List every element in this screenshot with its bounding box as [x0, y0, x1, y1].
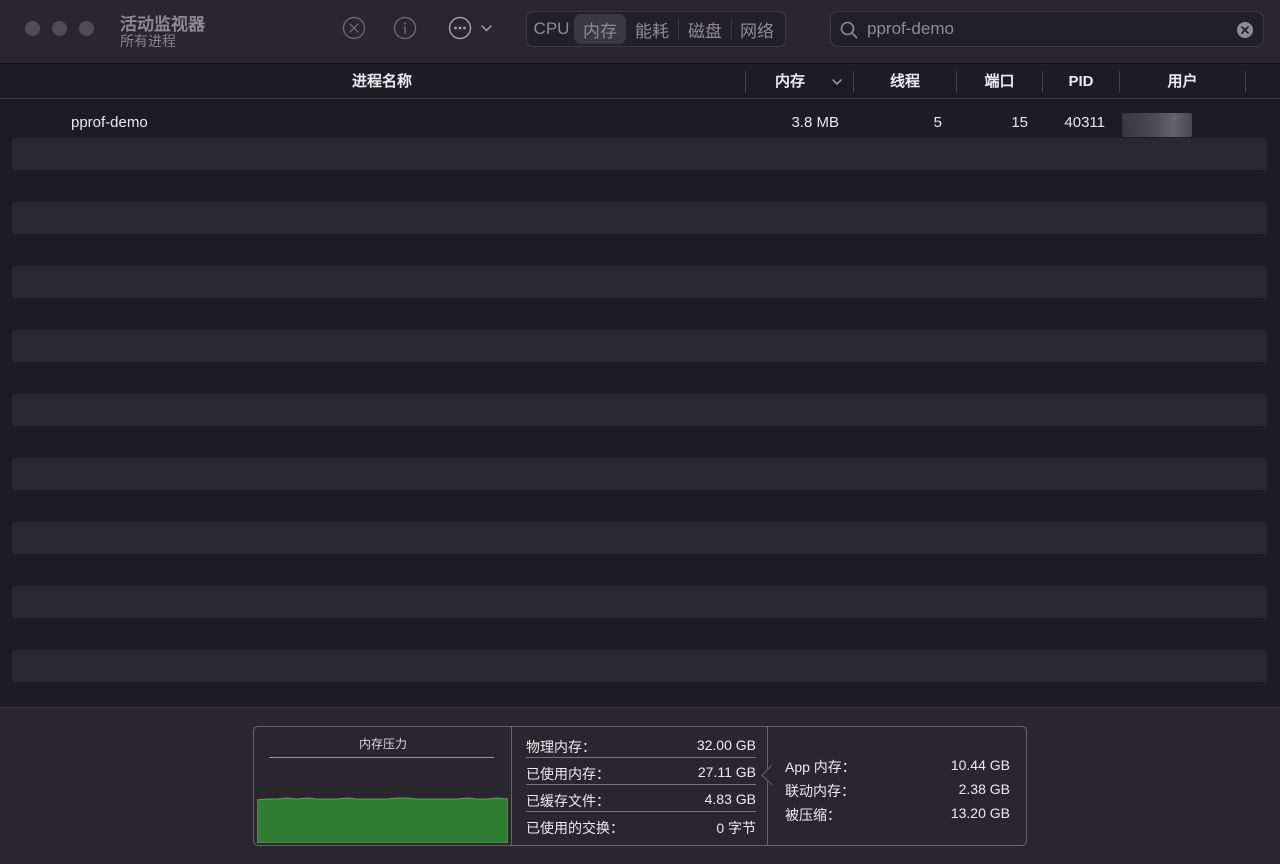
user-cell-redacted [1122, 113, 1192, 137]
column-header-threads[interactable]: 线程 [854, 65, 956, 99]
search-input[interactable] [867, 12, 1227, 46]
empty-row-stripe [12, 330, 1267, 362]
ports-cell: 15 [1011, 114, 1028, 131]
search-icon [840, 21, 858, 39]
tab-network[interactable]: 网络 [732, 14, 782, 44]
view-tabs: CPU 内存 能耗 磁盘 网络 [526, 11, 786, 47]
x-circle-icon [342, 16, 366, 40]
column-header-pid[interactable]: PID [1043, 65, 1119, 99]
stat-swap-used: 已使用的交换： 0 字节 [526, 813, 756, 839]
ellipsis-circle-icon [448, 16, 492, 40]
tab-energy[interactable]: 能耗 [626, 14, 678, 44]
breakdown-wired-memory: 联动内存： 2.38 GB [785, 776, 1010, 799]
empty-row-stripe [12, 202, 1267, 234]
memory-breakdown-section: App 内存： 10.44 GB 联动内存： 2.38 GB 被压缩： 13.2… [768, 727, 1026, 845]
memory-stats-section: 物理内存： 32.00 GB 已使用内存： 27.11 GB 已缓存文件： 4.… [512, 727, 768, 845]
empty-row-stripe [12, 138, 1267, 170]
memory-pressure-graph [257, 797, 508, 843]
empty-row-stripe [12, 586, 1267, 618]
memory-pressure-title: 内存压力 [358, 737, 407, 751]
process-name-cell: pprof-demo [71, 114, 148, 131]
tab-disk[interactable]: 磁盘 [679, 14, 731, 44]
zoom-window-button[interactable] [79, 21, 94, 36]
stat-label: 被压缩： [785, 807, 841, 823]
close-window-button[interactable] [25, 21, 40, 36]
stat-label: 已缓存文件： [526, 793, 610, 809]
window-subtitle: 所有进程 [120, 33, 176, 49]
tab-cpu[interactable]: CPU [529, 14, 574, 44]
clear-search-icon[interactable] [1236, 21, 1254, 39]
table-header: 进程名称 内存 线程 端口 PID 用户 [0, 65, 1280, 99]
breakdown-app-memory: App 内存： 10.44 GB [785, 752, 1010, 775]
memory-pressure-section: 内存压力 [254, 727, 512, 845]
stat-value: 10.44 GB [950, 757, 1010, 773]
column-divider [1245, 71, 1246, 93]
stop-process-button[interactable] [342, 16, 366, 40]
pid-cell: 40311 [1064, 114, 1105, 131]
stat-value: 13.20 GB [950, 805, 1010, 821]
stat-label: App 内存： [785, 759, 856, 775]
stat-label: 已使用内存： [526, 766, 610, 782]
table-row[interactable]: pprof-demo 3.8 MB 5 15 40311 [0, 106, 1280, 140]
toolbar: 活动监视器 所有进程 CPU 内存 能耗 磁盘 网络 [0, 0, 1280, 64]
stat-value: 27.11 GB [697, 764, 756, 780]
stat-label: 已使用的交换： [526, 820, 624, 836]
empty-row-stripe [12, 522, 1267, 554]
stat-value: 0 字节 [716, 820, 756, 836]
empty-row-stripe [12, 458, 1267, 490]
column-header-user[interactable]: 用户 [1120, 65, 1245, 99]
column-header-process-name[interactable]: 进程名称 [0, 65, 764, 99]
stat-used-memory: 已使用内存： 27.11 GB [526, 759, 756, 785]
info-circle-icon [393, 16, 417, 40]
inspect-process-button[interactable] [393, 16, 417, 40]
column-header-ports[interactable]: 端口 [957, 65, 1042, 99]
search-box[interactable] [830, 11, 1264, 47]
pressure-divider [269, 757, 494, 758]
memory-summary-box: 内存压力 物理内存： 32.00 GB 已使用内存： 27.11 GB 已缓存文… [253, 726, 1027, 846]
sort-descending-icon[interactable] [831, 76, 843, 88]
stat-value: 32.00 GB [696, 737, 756, 753]
stat-cached-files: 已缓存文件： 4.83 GB [526, 786, 756, 812]
empty-row-stripe [12, 650, 1267, 682]
more-actions-button[interactable] [448, 16, 496, 40]
memory-summary-panel: 内存压力 物理内存： 32.00 GB 已使用内存： 27.11 GB 已缓存文… [0, 707, 1280, 864]
stat-physical-memory: 物理内存： 32.00 GB [526, 732, 756, 758]
empty-row-stripe [12, 394, 1267, 426]
breakdown-compressed: 被压缩： 13.20 GB [785, 800, 1010, 823]
tab-memory[interactable]: 内存 [575, 14, 625, 44]
threads-cell: 5 [933, 114, 942, 131]
stat-value: 2.38 GB [958, 781, 1010, 797]
empty-row-stripe [12, 266, 1267, 298]
column-header-memory[interactable]: 内存 [746, 65, 834, 99]
stat-label: 联动内存： [785, 783, 855, 799]
stat-label: 物理内存： [526, 739, 596, 755]
memory-cell: 3.8 MB [791, 114, 839, 131]
stat-value: 4.83 GB [704, 791, 756, 807]
process-table: pprof-demo 3.8 MB 5 15 40311 [0, 106, 1280, 706]
minimize-window-button[interactable] [52, 21, 67, 36]
